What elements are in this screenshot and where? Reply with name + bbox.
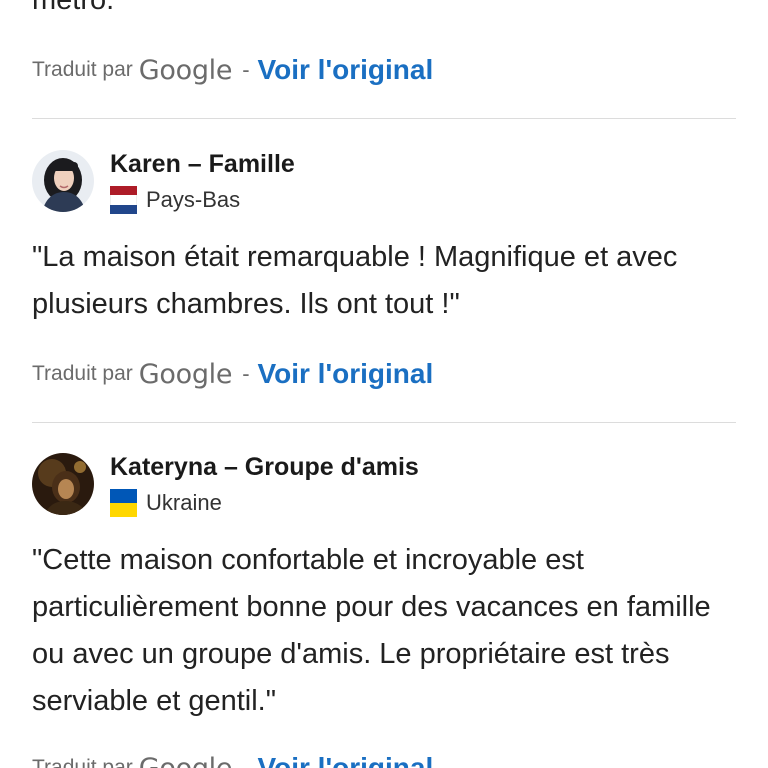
google-logo: Google (138, 752, 233, 768)
translated-by-label: Traduit par (32, 58, 133, 81)
review-text: "Cette maison confortable et incroyable … (32, 544, 711, 717)
separator: - (242, 57, 250, 82)
reviewer-country: Pays-Bas (110, 186, 240, 214)
see-original-link[interactable]: Voir l'original (258, 54, 434, 86)
avatar[interactable] (32, 150, 94, 212)
translation-attribution: Traduit par Google - Voir l'original (32, 354, 433, 394)
translation-attribution: Traduit par Google - Voir l'original (32, 748, 433, 768)
reviewer-photo (32, 453, 94, 515)
country-name: Pays-Bas (146, 187, 241, 212)
google-logo: Google (138, 358, 233, 390)
ukraine-flag-icon (110, 489, 137, 517)
reviewer-photo (32, 150, 94, 212)
country-name: Ukraine (146, 490, 222, 515)
avatar[interactable] (32, 453, 94, 515)
reviewer-name: Karen – Famille (110, 150, 295, 178)
review-text: "La maison était remarquable ! Magnifiqu… (32, 241, 678, 320)
see-original-link[interactable]: Voir l'original (258, 752, 434, 768)
translated-by-label: Traduit par (32, 756, 133, 768)
see-original-link[interactable]: Voir l'original (258, 358, 434, 390)
reviewer-name: Kateryna – Groupe d'amis (110, 453, 419, 481)
google-logo: Google (138, 54, 233, 86)
separator: - (242, 755, 250, 768)
translated-by-label: Traduit par (32, 362, 133, 385)
translation-attribution: Traduit par Google - Voir l'original (32, 50, 433, 90)
netherlands-flag-icon (110, 186, 137, 214)
divider (32, 118, 736, 119)
divider (32, 422, 736, 423)
reviewer-country: Ukraine (110, 489, 222, 517)
previous-review-text-tail: métro. (32, 0, 115, 16)
separator: - (242, 361, 250, 386)
reviews-page: métro. Traduit par Google - Voir l'origi… (0, 0, 768, 768)
